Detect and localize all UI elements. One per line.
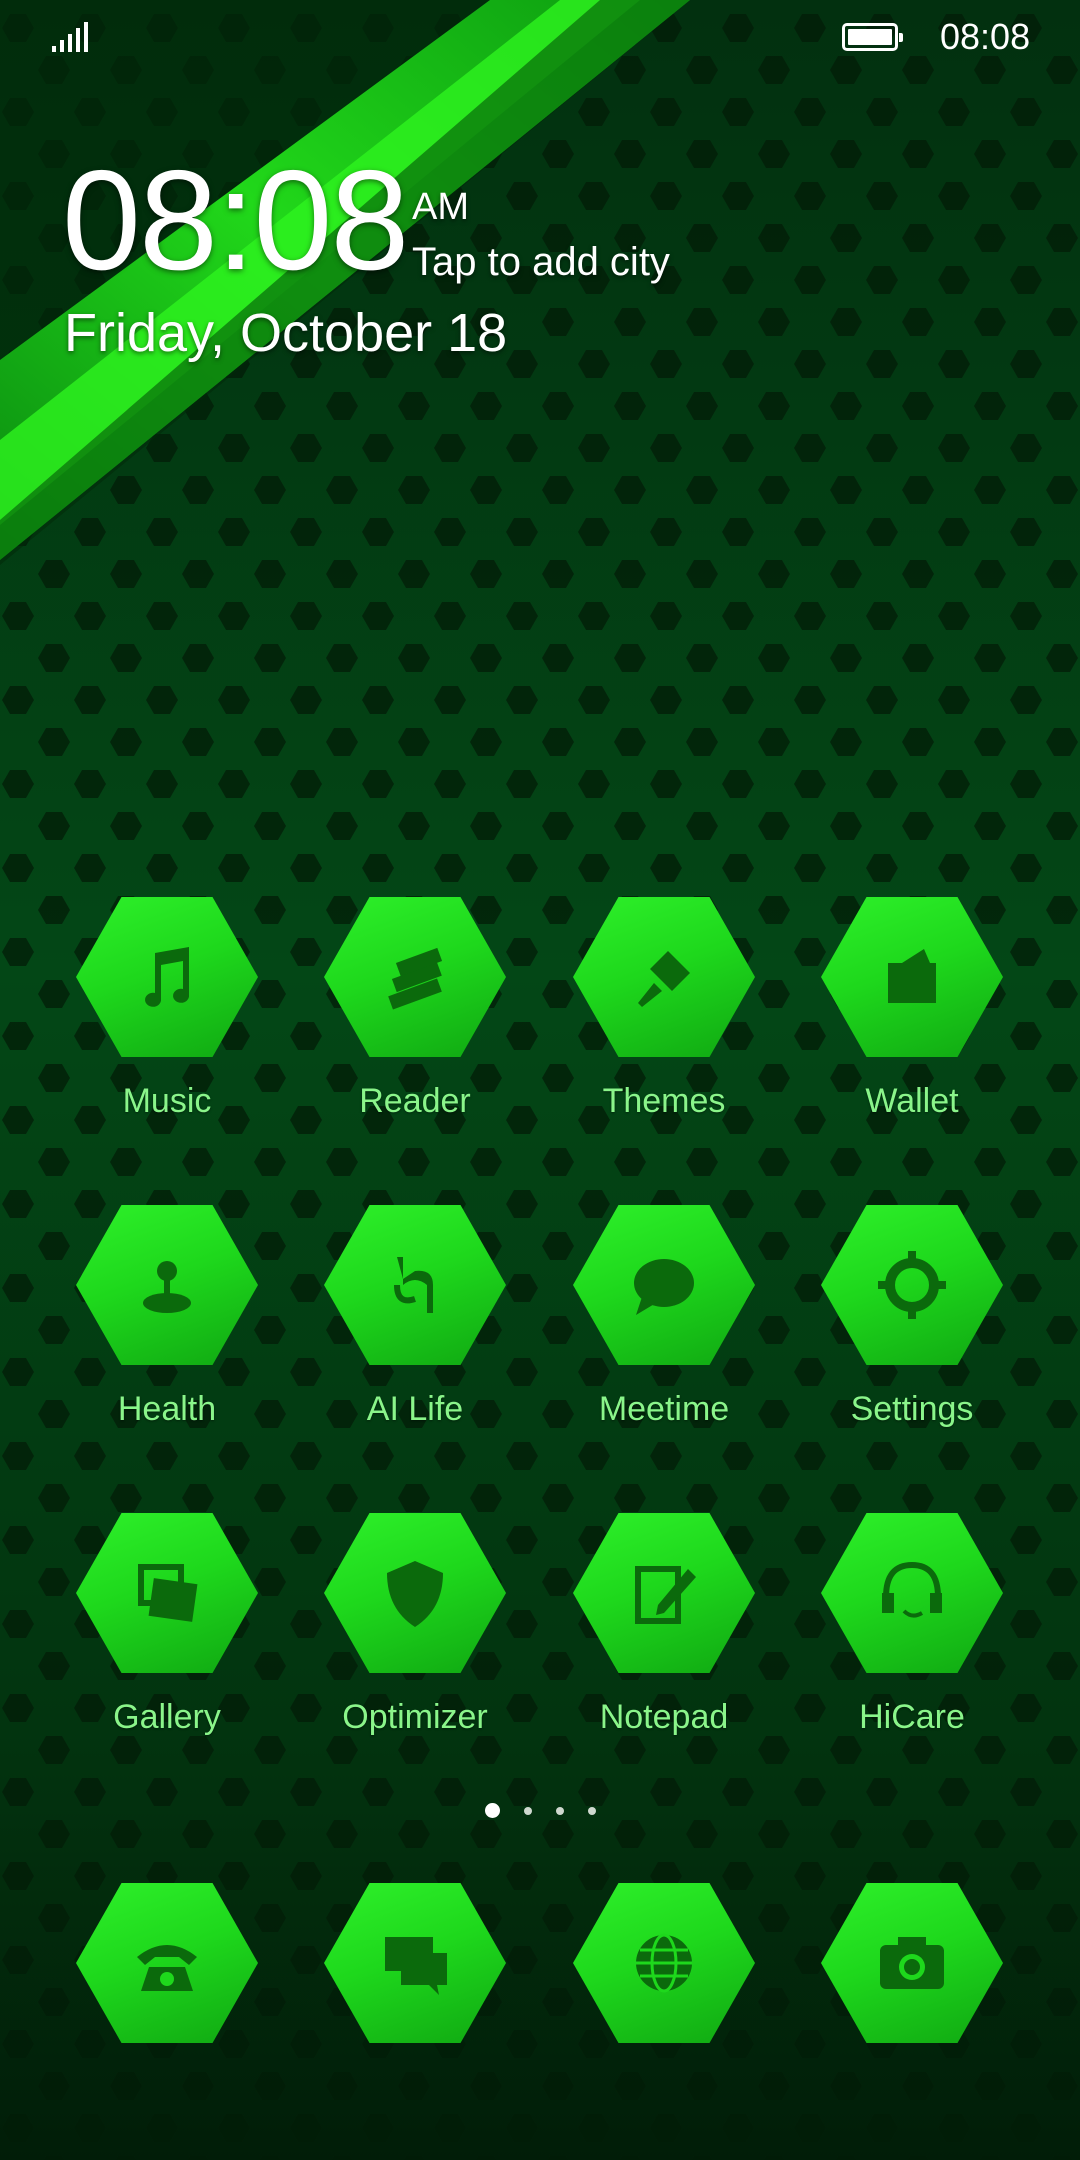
app-themes[interactable]: Themes [540,897,788,1157]
books-icon [388,947,443,1010]
clock-hours: 08 [62,141,218,300]
app-icon-tile[interactable] [76,1513,258,1673]
app-icon-tile[interactable] [76,897,258,1057]
browser-globe-icon [636,1933,692,1993]
shield-icon [387,1561,443,1627]
clock-time[interactable]: 08:08 [62,150,409,292]
app-label: Gallery [113,1698,221,1736]
dock-app-messages[interactable] [291,1883,539,2143]
page-dot-2[interactable] [524,1807,532,1815]
app-icon-tile[interactable] [821,1205,1003,1365]
clock-separator: : [215,141,255,300]
music-note-icon [145,947,190,1007]
add-city-link[interactable]: Tap to add city [412,240,670,285]
app-icon-tile[interactable] [324,1883,506,2043]
app-label: Reader [359,1082,471,1120]
gear-icon [878,1251,946,1319]
app-wallet[interactable]: Wallet [788,897,1036,1157]
page-dot-3[interactable] [556,1807,564,1815]
app-reader[interactable]: Reader [291,897,539,1157]
app-icon-tile[interactable] [76,1205,258,1365]
camera-icon [880,1937,944,1989]
app-meetime[interactable]: Meetime [540,1205,788,1465]
wallet-icon [888,949,936,1003]
app-icon-tile[interactable] [76,1883,258,2043]
app-icon-tile[interactable] [573,1883,755,2043]
app-icon-tile[interactable] [821,1513,1003,1673]
app-icon-tile[interactable] [573,1513,755,1673]
clock-minutes: 08 [253,141,409,300]
paintbrush-icon [638,951,690,1007]
app-icon-tile[interactable] [573,897,755,1057]
app-icon-tile[interactable] [821,897,1003,1057]
app-icon-tile[interactable] [573,1205,755,1365]
app-label: Notepad [599,1698,729,1736]
messages-icon [385,1937,447,1995]
app-music[interactable]: Music [43,897,291,1157]
ai-life-icon [394,1257,433,1313]
app-icon-tile[interactable] [821,1883,1003,2043]
chat-bubble-icon [634,1259,694,1315]
app-icon-tile[interactable] [324,1205,506,1365]
photos-icon [138,1564,198,1622]
clock-date[interactable]: Friday, October 18 [64,302,507,364]
health-icon [143,1261,191,1313]
app-label: Optimizer [342,1698,488,1736]
app-ai-life[interactable]: AI Life [291,1205,539,1465]
app-icon-tile[interactable] [324,1513,506,1673]
page-dot-1[interactable] [485,1803,500,1818]
app-label: HiCare [859,1698,965,1736]
page-indicator[interactable] [0,1803,1080,1819]
app-optimizer[interactable]: Optimizer [291,1513,539,1773]
page-dot-4[interactable] [588,1807,596,1815]
home-screen: 08:08 08:08 AM Tap to add city Friday, O… [0,0,1080,2160]
app-icon-tile[interactable] [324,897,506,1057]
app-label: Wallet [865,1082,959,1120]
clock-ampm: AM [412,186,469,228]
app-label: Settings [850,1390,974,1428]
app-label: Health [117,1390,217,1428]
dock-app-phone[interactable] [43,1883,291,2143]
app-label: Themes [602,1082,726,1120]
notepad-icon [635,1566,696,1624]
phone-icon [137,1945,197,1991]
battery-icon [842,23,903,51]
app-gallery[interactable]: Gallery [43,1513,291,1773]
dock-app-camera[interactable] [788,1883,1036,2143]
app-label: Meetime [598,1390,730,1428]
app-hicare[interactable]: HiCare [788,1513,1036,1773]
app-settings[interactable]: Settings [788,1205,1036,1465]
app-notepad[interactable]: Notepad [540,1513,788,1773]
app-label: AI Life [366,1390,464,1428]
headset-icon [882,1561,942,1618]
app-health[interactable]: Health [43,1205,291,1465]
app-label: Music [122,1082,212,1120]
status-bar: 08:08 [0,0,1080,75]
signal-icon [52,22,88,52]
status-time: 08:08 [940,16,1031,57]
dock-app-browser-globe[interactable] [540,1883,788,2143]
